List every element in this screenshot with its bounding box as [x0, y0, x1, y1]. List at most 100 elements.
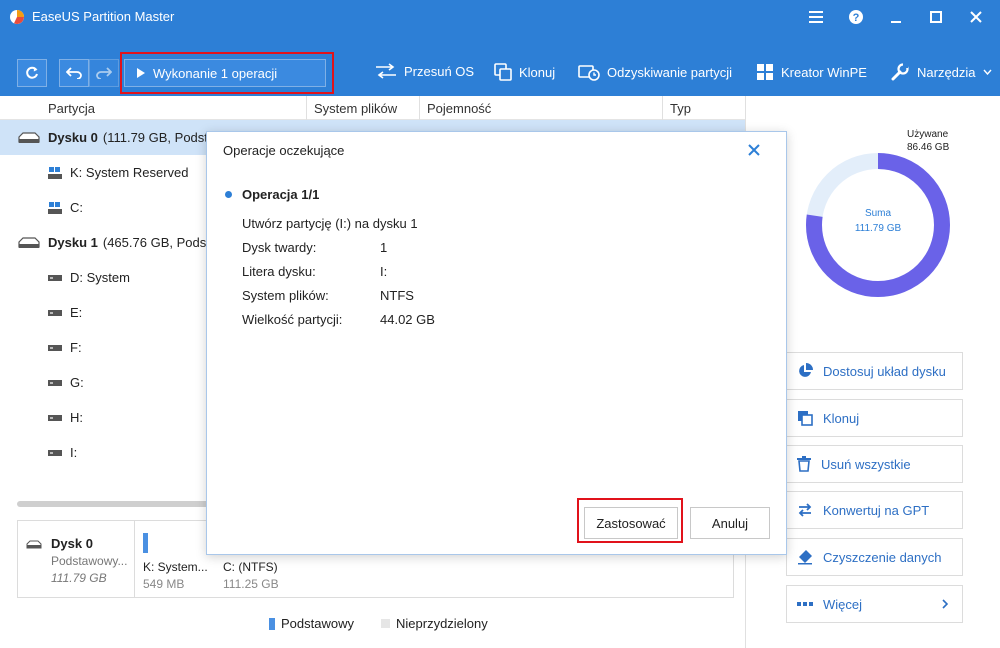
convert-to-gpt-label: Konwertuj na GPT [823, 502, 930, 518]
redo-button[interactable] [89, 59, 119, 87]
field-value: I: [380, 264, 388, 279]
disk-map-partition-size: 111.25 GB [223, 577, 279, 591]
more-button[interactable]: Więcej [786, 585, 963, 623]
operation-description: Utwórz partycję (I:) na dysku 1 [242, 216, 418, 231]
wipe-data-button[interactable]: Czyszczenie danych [786, 538, 963, 576]
partition-label: D: System [70, 270, 130, 285]
column-header-partition[interactable]: Partycja [48, 101, 95, 116]
clone-icon [494, 63, 512, 81]
chevron-down-icon [983, 69, 992, 75]
windows-icon [757, 64, 773, 80]
customize-disk-layout-button[interactable]: Dostosuj układ dysku [786, 352, 963, 390]
disk-map-partition-label[interactable]: K: System... [143, 560, 208, 574]
convert-icon [798, 503, 812, 517]
column-header-type[interactable]: Typ [670, 101, 691, 116]
toolbar-partition-recovery-label: Odzyskiwanie partycji [607, 64, 732, 80]
convert-to-gpt-button[interactable]: Konwertuj na GPT [786, 491, 963, 529]
column-header-filesystem[interactable]: System plików [314, 101, 397, 116]
field-value: NTFS [380, 288, 414, 303]
partition-icon [48, 274, 62, 281]
disk-map-partition-size: 549 MB [143, 577, 185, 591]
toolbar-clone[interactable]: Klonuj [494, 63, 555, 81]
legend-swatch-primary [269, 617, 275, 630]
partition-usage-bar [143, 533, 148, 553]
undo-button[interactable] [59, 59, 89, 87]
close-icon[interactable] [956, 0, 996, 34]
migrate-os-icon [376, 63, 396, 79]
menu-icon[interactable] [796, 0, 836, 34]
operation-field: Litera dysku: I: [242, 264, 387, 279]
refresh-button[interactable] [17, 59, 47, 87]
disk-map-name: Dysk 0 [51, 536, 93, 551]
toolbar-winpe-creator-label: Kreator WinPE [781, 64, 867, 80]
undo-icon [66, 67, 82, 79]
minimize-icon[interactable] [876, 0, 916, 34]
partition-icon [48, 379, 62, 386]
customize-disk-layout-label: Dostosuj układ dysku [823, 363, 946, 379]
hard-disk-icon [18, 131, 40, 143]
help-icon[interactable]: ? [836, 0, 876, 34]
donut-total-value: 111.79 GB [855, 223, 902, 234]
toolbar-clone-label: Klonuj [519, 64, 556, 80]
hard-disk-icon [26, 540, 42, 549]
toolbar-winpe-creator[interactable]: Kreator WinPE [756, 63, 867, 81]
toolbar-partition-recovery[interactable]: Odzyskiwanie partycji [578, 63, 732, 81]
field-key: System plików: [242, 288, 329, 303]
field-key: Wielkość partycji: [242, 312, 343, 327]
partition-icon [48, 344, 62, 351]
partition-label: F: [70, 340, 82, 355]
recovery-icon [578, 65, 600, 81]
disk-detail: (111.79 GB, Podst [102, 130, 208, 145]
disk-map-partition-label[interactable]: C: (NTFS) [223, 560, 278, 574]
partition-label: C: [70, 200, 83, 215]
field-key: Dysk twardy: [242, 240, 317, 255]
pending-operations-dialog: Operacje oczekujące Operacja 1/1 Utwórz … [206, 131, 787, 555]
more-icon [797, 602, 813, 606]
column-header-capacity[interactable]: Pojemność [427, 101, 491, 116]
toolbar: Wykonanie 1 operacji Przesuń OS Klonuj O… [0, 34, 1000, 96]
operation-field: Dysk twardy: 1 [242, 240, 387, 255]
disk-map-type: Podstawowy... [51, 554, 128, 568]
toolbar-migrate-os[interactable]: Przesuń OS [375, 63, 474, 79]
clone-label: Klonuj [823, 410, 860, 426]
legend-primary: Podstawowy [269, 616, 354, 631]
toolbar-tools[interactable]: Narzędzia [890, 63, 992, 81]
eraser-icon [798, 550, 812, 565]
wipe-data-label: Czyszczenie danych [823, 549, 942, 565]
partition-table-header: Partycja System plików Pojemność Typ [0, 96, 745, 120]
disk-map-size: 111.79 GB [51, 571, 107, 585]
disk-usage-donut: Suma 111.79 GB [806, 153, 950, 297]
more-label: Więcej [823, 596, 863, 612]
partition-label: E: [70, 305, 83, 320]
close-icon[interactable] [746, 142, 762, 158]
app-title: EaseUS Partition Master [32, 9, 175, 24]
operation-field: System plików: NTFS [242, 288, 414, 303]
refresh-icon [26, 66, 38, 79]
partition-label: H: [70, 410, 83, 425]
partition-icon [48, 449, 62, 456]
maximize-icon[interactable] [916, 0, 956, 34]
trash-icon [797, 456, 811, 472]
clone-button[interactable]: Klonuj [786, 399, 963, 437]
highlight-apply-box [577, 498, 683, 543]
legend-unallocated: Nieprzydzielony [381, 616, 488, 631]
system-partition-icon [48, 201, 62, 214]
delete-all-button[interactable]: Usuń wszystkie [786, 445, 963, 483]
app-logo-icon [10, 10, 24, 24]
legend-primary-label: Podstawowy [281, 616, 354, 631]
pie-chart-icon [799, 363, 813, 377]
operation-title: Operacja 1/1 [242, 187, 320, 202]
partition-label: G: [70, 375, 84, 390]
disk-name: Dysku 0 [48, 130, 98, 145]
wrench-icon [891, 63, 909, 81]
legend-swatch-unallocated [381, 619, 390, 628]
disk-map-disk-info[interactable]: Dysk 0 Podstawowy... 111.79 GB [18, 521, 135, 597]
partition-label: K: System Reserved [70, 165, 189, 180]
legend-unallocated-label: Nieprzydzielony [396, 616, 488, 631]
cancel-button[interactable]: Anuluj [690, 507, 770, 539]
bullet-icon [225, 191, 232, 198]
clone-icon [798, 411, 813, 426]
toolbar-tools-label: Narzędzia [917, 64, 976, 80]
hard-disk-icon [18, 236, 40, 248]
disk-name: Dysku 1 [48, 235, 98, 250]
